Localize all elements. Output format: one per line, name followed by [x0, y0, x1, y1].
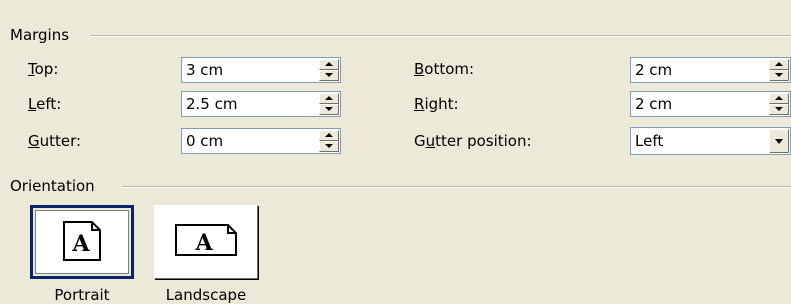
- gutter-spin-buttons: [319, 130, 339, 152]
- left-label: Left:: [28, 95, 62, 113]
- bottom-margin-down-arrow-icon[interactable]: [769, 70, 789, 81]
- left-margin-spin-buttons: [319, 93, 339, 115]
- top-margin-spin-buttons: [319, 59, 339, 81]
- right-margin-up-arrow-icon[interactable]: [769, 93, 789, 104]
- landscape-label: Landscape: [165, 286, 247, 304]
- gutter-position-select[interactable]: Left: [630, 127, 791, 155]
- right-margin-down-arrow-icon[interactable]: [769, 104, 789, 115]
- portrait-glyph: A: [71, 231, 90, 257]
- right-margin-value[interactable]: 2 cm: [635, 95, 672, 113]
- landscape-button[interactable]: A: [154, 205, 258, 279]
- left-margin-value[interactable]: 2.5 cm: [186, 95, 237, 113]
- bottom-margin-spinner[interactable]: 2 cm: [630, 57, 791, 83]
- bottom-margin-spin-buttons: [769, 59, 789, 81]
- left-margin-down-arrow-icon[interactable]: [319, 104, 339, 115]
- top-margin-up-arrow-icon[interactable]: [319, 59, 339, 70]
- bottom-margin-value[interactable]: 2 cm: [635, 61, 672, 79]
- orientation-group-divider: [122, 186, 791, 188]
- chevron-down-icon[interactable]: [769, 129, 789, 153]
- gutter-down-arrow-icon[interactable]: [319, 141, 339, 152]
- margins-group-title: Margins: [10, 26, 76, 44]
- top-label: Top:: [28, 60, 59, 78]
- left-margin-up-arrow-icon[interactable]: [319, 93, 339, 104]
- top-margin-down-arrow-icon[interactable]: [319, 70, 339, 81]
- portrait-page-icon: A: [63, 221, 101, 261]
- right-margin-spin-buttons: [769, 93, 789, 115]
- bottom-label: Bottom:: [414, 60, 475, 78]
- right-label: Right:: [414, 95, 459, 113]
- portrait-button[interactable]: A: [30, 205, 134, 279]
- top-margin-spinner[interactable]: 3 cm: [181, 57, 341, 83]
- gutter-spinner[interactable]: 0 cm: [181, 128, 341, 154]
- gutter-value[interactable]: 0 cm: [186, 132, 223, 150]
- left-margin-spinner[interactable]: 2.5 cm: [181, 91, 341, 117]
- top-margin-value[interactable]: 3 cm: [186, 61, 223, 79]
- orientation-group-title: Orientation: [10, 177, 101, 195]
- gutter-position-label: Gutter position:: [414, 132, 532, 150]
- landscape-page-icon: A: [175, 224, 237, 256]
- gutter-up-arrow-icon[interactable]: [319, 130, 339, 141]
- gutter-label: Gutter:: [28, 132, 82, 150]
- bottom-margin-up-arrow-icon[interactable]: [769, 59, 789, 70]
- right-margin-spinner[interactable]: 2 cm: [630, 91, 791, 117]
- gutter-position-value: Left: [635, 132, 664, 150]
- portrait-label: Portrait: [54, 286, 110, 304]
- margins-group-divider: [90, 35, 791, 37]
- landscape-glyph: A: [194, 230, 213, 256]
